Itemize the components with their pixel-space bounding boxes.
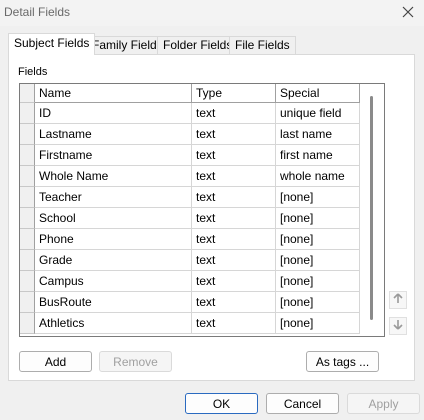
cell-type[interactable]: text bbox=[192, 313, 276, 334]
tab-file-fields[interactable]: File Fields bbox=[229, 36, 296, 54]
table-row[interactable]: Athletics text [none] bbox=[20, 313, 376, 334]
remove-button[interactable]: Remove bbox=[99, 351, 172, 372]
cell-special[interactable]: [none] bbox=[276, 250, 360, 271]
cell-type[interactable]: text bbox=[192, 166, 276, 187]
row-header[interactable] bbox=[20, 208, 35, 229]
move-down-button[interactable] bbox=[389, 317, 407, 335]
vertical-scrollbar[interactable] bbox=[362, 84, 384, 336]
cell-special[interactable]: [none] bbox=[276, 229, 360, 250]
table-row[interactable]: Campus text [none] bbox=[20, 271, 376, 292]
table-row[interactable]: Whole Name text whole name bbox=[20, 166, 376, 187]
ok-button[interactable]: OK bbox=[185, 393, 258, 414]
table-header: Name Type Special bbox=[20, 84, 376, 103]
row-header[interactable] bbox=[20, 145, 35, 166]
row-header[interactable] bbox=[20, 103, 35, 124]
row-header[interactable] bbox=[20, 124, 35, 145]
table-row[interactable]: Phone text [none] bbox=[20, 229, 376, 250]
move-up-button[interactable] bbox=[389, 291, 407, 309]
add-button[interactable]: Add bbox=[19, 351, 92, 372]
cell-name[interactable]: Firstname bbox=[35, 145, 192, 166]
cell-name[interactable]: Lastname bbox=[35, 124, 192, 145]
cell-special[interactable]: [none] bbox=[276, 313, 360, 334]
cell-name[interactable]: Phone bbox=[35, 229, 192, 250]
cell-special[interactable]: last name bbox=[276, 124, 360, 145]
scrollbar-thumb[interactable] bbox=[370, 96, 373, 320]
row-header[interactable] bbox=[20, 250, 35, 271]
cell-special[interactable]: [none] bbox=[276, 271, 360, 292]
cell-type[interactable]: text bbox=[192, 103, 276, 124]
cell-name[interactable]: ID bbox=[35, 103, 192, 124]
fields-table[interactable]: Name Type Special ID text unique field L… bbox=[19, 83, 385, 337]
apply-button[interactable]: Apply bbox=[347, 393, 420, 414]
close-button[interactable] bbox=[398, 3, 418, 23]
cell-name[interactable]: BusRoute bbox=[35, 292, 192, 313]
window-title: Detail Fields bbox=[4, 5, 71, 19]
arrow-down-icon bbox=[393, 319, 403, 333]
arrow-up-icon bbox=[393, 293, 403, 307]
row-header[interactable] bbox=[20, 166, 35, 187]
table-row[interactable]: Firstname text first name bbox=[20, 145, 376, 166]
cell-special[interactable]: [none] bbox=[276, 187, 360, 208]
as-tags-button[interactable]: As tags ... bbox=[306, 351, 379, 372]
cell-type[interactable]: text bbox=[192, 208, 276, 229]
cell-type[interactable]: text bbox=[192, 145, 276, 166]
close-icon bbox=[402, 6, 414, 21]
row-header[interactable] bbox=[20, 271, 35, 292]
cell-special[interactable]: [none] bbox=[276, 208, 360, 229]
cell-name[interactable]: Whole Name bbox=[35, 166, 192, 187]
row-header[interactable] bbox=[20, 229, 35, 250]
table-row[interactable]: School text [none] bbox=[20, 208, 376, 229]
tab-subject-fields[interactable]: Subject Fields bbox=[8, 33, 96, 55]
cell-special[interactable]: [none] bbox=[276, 292, 360, 313]
cell-type[interactable]: text bbox=[192, 292, 276, 313]
cell-name[interactable]: Campus bbox=[35, 271, 192, 292]
cell-type[interactable]: text bbox=[192, 187, 276, 208]
row-header-corner bbox=[20, 84, 35, 103]
column-header-special[interactable]: Special bbox=[276, 84, 360, 103]
table-row[interactable]: BusRoute text [none] bbox=[20, 292, 376, 313]
table-row[interactable]: Teacher text [none] bbox=[20, 187, 376, 208]
cell-type[interactable]: text bbox=[192, 271, 276, 292]
cell-type[interactable]: text bbox=[192, 229, 276, 250]
cell-name[interactable]: Grade bbox=[35, 250, 192, 271]
column-header-type[interactable]: Type bbox=[192, 84, 276, 103]
table-row[interactable]: Grade text [none] bbox=[20, 250, 376, 271]
cancel-button[interactable]: Cancel bbox=[266, 393, 339, 414]
cell-special[interactable]: first name bbox=[276, 145, 360, 166]
fields-group-label: Fields bbox=[18, 66, 48, 78]
tab-folder-fields[interactable]: Folder Fields bbox=[157, 36, 239, 54]
cell-special[interactable]: unique field bbox=[276, 103, 360, 124]
cell-special[interactable]: whole name bbox=[276, 166, 360, 187]
table-row[interactable]: ID text unique field bbox=[20, 103, 376, 124]
row-header[interactable] bbox=[20, 313, 35, 334]
cell-name[interactable]: Teacher bbox=[35, 187, 192, 208]
row-header[interactable] bbox=[20, 292, 35, 313]
cell-type[interactable]: text bbox=[192, 124, 276, 145]
subject-fields-page: Fields Name Type Special ID text unique … bbox=[8, 54, 415, 381]
row-header[interactable] bbox=[20, 187, 35, 208]
table-row[interactable]: Lastname text last name bbox=[20, 124, 376, 145]
cell-name[interactable]: School bbox=[35, 208, 192, 229]
cell-type[interactable]: text bbox=[192, 250, 276, 271]
title-bar: Detail Fields bbox=[0, 0, 424, 26]
column-header-name[interactable]: Name bbox=[35, 84, 192, 103]
cell-name[interactable]: Athletics bbox=[35, 313, 192, 334]
